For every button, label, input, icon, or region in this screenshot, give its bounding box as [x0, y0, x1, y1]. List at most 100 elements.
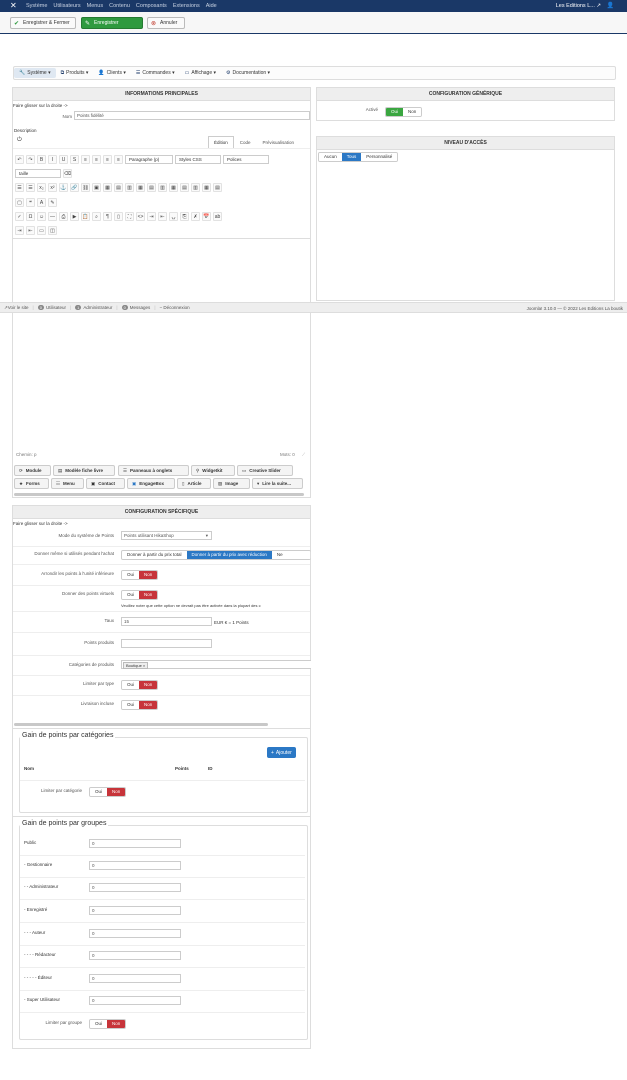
round-yes[interactable]: Oui — [122, 571, 140, 579]
table-props-icon[interactable]: ▤ — [180, 182, 189, 192]
table-delete-icon[interactable]: ▦ — [169, 182, 178, 192]
ext-btn-forms[interactable]: ★ Forms — [14, 478, 49, 489]
ltr-icon[interactable]: ⇥ — [147, 211, 156, 221]
visual-chars-icon[interactable]: ¶ — [103, 211, 112, 221]
bullet-list-icon[interactable]: ☰ — [15, 182, 24, 192]
limit-category-toggle[interactable]: Oui Non — [89, 787, 127, 797]
char-map-icon[interactable]: Ω — [26, 211, 35, 221]
fonts-select[interactable]: Polices — [223, 154, 269, 164]
ext-btn-article[interactable]: ▯ Article — [177, 478, 211, 489]
group-points-input[interactable]: 0 — [89, 861, 181, 870]
subnav-documentation[interactable]: ⚙ Documentation ▾ — [221, 68, 275, 78]
pagebreak-icon[interactable]: ⎘ — [180, 211, 189, 221]
menu-item-contenu[interactable]: Contenu — [109, 3, 130, 9]
shipping-toggle[interactable]: Oui Non — [121, 700, 159, 710]
save-button[interactable]: ✎ Enregistrer — [81, 17, 143, 29]
power-icon[interactable]: ⏻ — [17, 137, 22, 144]
bold-icon[interactable]: B — [37, 154, 46, 164]
italic-icon[interactable]: I — [48, 154, 57, 164]
menu-item-systeme[interactable]: Système — [26, 3, 47, 9]
group-points-input[interactable]: 0 — [89, 839, 181, 848]
link-icon[interactable]: 🔗 — [70, 182, 79, 192]
table-merge-icon[interactable]: ▤ — [147, 182, 156, 192]
admins-label[interactable]: Administrateur — [83, 305, 112, 310]
paste-icon[interactable]: 📋 — [81, 211, 90, 221]
group-points-input[interactable]: 0 — [89, 883, 181, 892]
ext-btn-module[interactable]: ⟳ Module — [14, 465, 51, 476]
group-points-input[interactable]: 0 — [89, 951, 181, 960]
preview-icon[interactable]: ◫ — [48, 225, 57, 235]
save-close-button[interactable]: ✔ Enregistrer & Fermer — [10, 17, 76, 29]
active-yes[interactable]: Oui — [386, 108, 404, 116]
round-no[interactable]: Non — [139, 571, 158, 579]
visitors-label[interactable]: Utilisateur — [46, 305, 66, 310]
access-level-toggle[interactable]: Aucun Tous Personnalisé — [318, 152, 399, 162]
table-insert-icon[interactable]: ▥ — [191, 182, 200, 192]
redo-icon[interactable]: ↷ — [26, 154, 35, 164]
table-split-icon[interactable]: ▥ — [158, 182, 167, 192]
size-select[interactable]: taille — [15, 168, 61, 178]
image-icon[interactable]: ▣ — [92, 182, 101, 192]
menu-item-extensions[interactable]: Extensions — [173, 3, 200, 9]
group-points-input[interactable]: 0 — [89, 974, 181, 983]
virtual-no[interactable]: Non — [139, 591, 158, 599]
round-toggle[interactable]: Oui Non — [121, 570, 159, 580]
text-color-icon[interactable]: A — [37, 197, 46, 207]
ext-btn-creative-slider[interactable]: ▭ Creative Slider — [237, 465, 293, 476]
ext-btn-contact[interactable]: ▣ Contact — [86, 478, 125, 489]
code-icon[interactable]: <> — [136, 211, 145, 221]
eraser-icon[interactable]: ⌫ — [63, 168, 72, 178]
number-list-icon[interactable]: ☰ — [26, 182, 35, 192]
limit-category-yes[interactable]: Oui — [90, 788, 108, 796]
subnav-produits[interactable]: ⧉ Produits ▾ — [56, 68, 94, 78]
media-icon[interactable]: ▶ — [70, 211, 79, 221]
indent-icon[interactable]: ⇥ — [15, 225, 24, 235]
cancel-button[interactable]: ⊗ Annuler — [147, 17, 185, 29]
table-cell-icon[interactable]: ▦ — [136, 182, 145, 192]
align-justify-icon[interactable]: ≡ — [114, 154, 123, 164]
give-mode-toggle[interactable]: Donner à partir du prix total Donner à p… — [121, 550, 311, 560]
ext-btn-book-template[interactable]: ▤ Modèle fiche livre — [53, 465, 115, 476]
resize-handle-icon[interactable]: ⟋ — [302, 452, 305, 457]
add-category-button[interactable]: + Ajouter — [267, 747, 296, 758]
search-replace-icon[interactable]: ⌕ — [92, 211, 101, 221]
editor-content-area[interactable] — [13, 238, 310, 448]
access-all[interactable]: Tous — [341, 153, 362, 161]
rate-input[interactable]: 15 — [121, 617, 212, 626]
group-points-input[interactable]: 0 — [89, 996, 181, 1005]
category-chip[interactable]: Boutique × — [123, 662, 149, 669]
subnav-clients[interactable]: 👤 Clients ▾ — [93, 68, 130, 78]
virtual-toggle[interactable]: Oui Non — [121, 590, 159, 600]
limit-category-no[interactable]: Non — [107, 788, 126, 796]
site-link[interactable]: Les Editions L... ↗ — [556, 3, 601, 9]
product-points-input[interactable] — [121, 639, 212, 648]
give-opt-total[interactable]: Donner à partir du prix total — [122, 551, 187, 559]
table-col-icon[interactable]: ▥ — [125, 182, 134, 192]
ext-btn-image[interactable]: ▨ Image — [213, 478, 250, 489]
menu-item-utilisateurs[interactable]: Utilisateurs — [53, 3, 80, 9]
table-remove-icon[interactable]: ▦ — [202, 182, 211, 192]
align-right-icon[interactable]: ≡ — [103, 154, 112, 164]
virtual-yes[interactable]: Oui — [122, 591, 140, 599]
shipping-yes[interactable]: Oui — [122, 701, 140, 709]
visual-blocks-icon[interactable]: ▯ — [114, 211, 123, 221]
give-opt-other[interactable]: Ne — [271, 551, 288, 559]
subscript-icon[interactable]: x₂ — [37, 182, 46, 192]
rtl-icon[interactable]: ⇤ — [158, 211, 167, 221]
limit-group-toggle[interactable]: Oui Non — [89, 1019, 127, 1029]
limit-type-no[interactable]: Non — [139, 681, 158, 689]
limit-type-yes[interactable]: Oui — [122, 681, 140, 689]
outdent-icon[interactable]: ⇤ — [26, 225, 35, 235]
emoticons-icon[interactable]: ☺ — [37, 211, 46, 221]
blockquote-icon[interactable]: ❝ — [26, 197, 35, 207]
active-no[interactable]: Non — [403, 108, 422, 116]
active-toggle[interactable]: Oui Non — [385, 107, 423, 117]
group-points-input[interactable]: 0 — [89, 929, 181, 938]
anchor-icon[interactable]: ⚓ — [59, 182, 68, 192]
align-center-icon[interactable]: ≡ — [92, 154, 101, 164]
align-left-icon[interactable]: ≡ — [81, 154, 90, 164]
superscript-icon[interactable]: x² — [48, 182, 57, 192]
ext-btn-engagebox[interactable]: ▣ EngageBox — [127, 478, 175, 489]
menu-item-composants[interactable]: Composants — [136, 3, 167, 9]
abbr-icon[interactable]: ab — [213, 211, 222, 221]
